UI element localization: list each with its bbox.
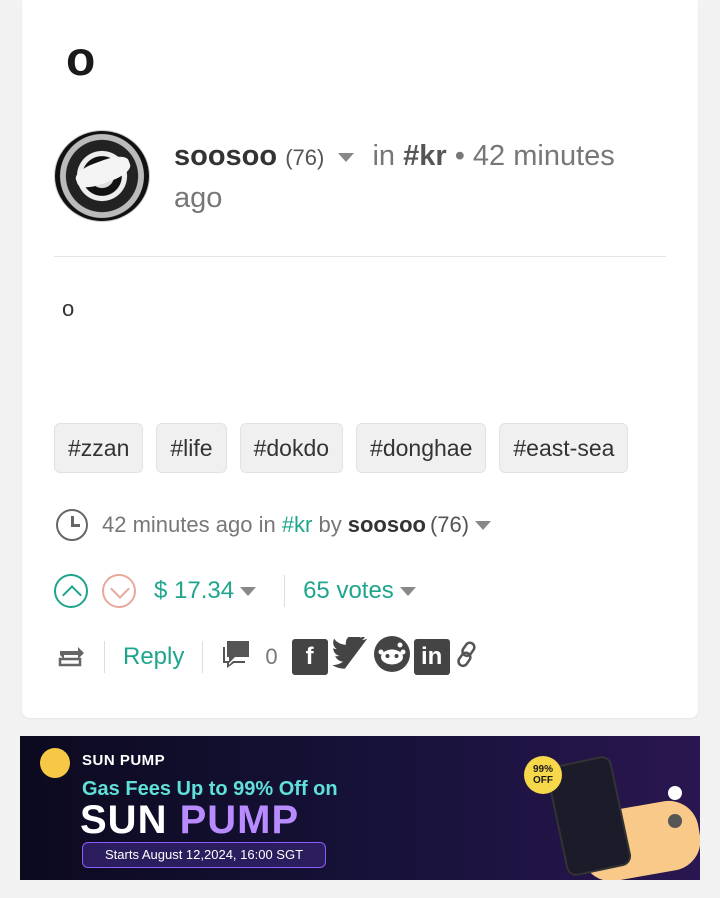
post-card: o soosoo (76) in #kr • 42 minutes ago o … [22, 0, 698, 718]
sun-logo-icon [40, 748, 70, 778]
voting-bar: $ 17.34 65 votes [54, 574, 426, 608]
chevron-down-icon[interactable] [475, 520, 492, 530]
reply-link[interactable]: Reply [123, 643, 184, 671]
comment-count: 0 [265, 643, 278, 669]
ad-discount-badge: 99% OFF [524, 756, 562, 794]
divider [284, 575, 286, 607]
ad-big-title: SUN PUMP [80, 798, 299, 843]
clock-icon [56, 509, 88, 541]
author-link[interactable]: soosoo [174, 140, 277, 172]
reddit-icon[interactable] [373, 636, 410, 677]
post-meta: 42 minutes ago in #kr by soosoo (76) [56, 509, 501, 541]
meta-author-reputation: (76) [429, 512, 470, 537]
avatar[interactable] [54, 130, 150, 222]
tag-east-sea[interactable]: #east-sea [499, 423, 629, 473]
chevron-down-icon[interactable] [399, 586, 416, 596]
ad-big-word-2: PUMP [179, 798, 300, 842]
tag-life[interactable]: #life [156, 423, 227, 473]
link-icon[interactable] [454, 639, 480, 674]
meta-in-label: in [258, 512, 276, 537]
post-title: o [66, 33, 96, 86]
upvote-button[interactable] [54, 574, 88, 608]
twitter-icon[interactable] [331, 634, 370, 676]
sunpump-ad-banner[interactable]: SUN PUMP Gas Fees Up to 99% Off on SUN P… [20, 736, 700, 880]
meta-author-link[interactable]: soosoo [348, 512, 426, 538]
downvote-button[interactable] [102, 574, 136, 608]
meta-by-label: by [318, 512, 342, 537]
divider [104, 640, 105, 673]
meta-time: 42 minutes ago [102, 512, 253, 537]
chevron-down-icon[interactable] [338, 152, 355, 162]
tag-list: #zzan #life #dokdo #donghae #east-sea [54, 423, 629, 473]
meta-community-link[interactable]: #kr [282, 512, 313, 538]
divider [54, 256, 666, 257]
facebook-icon[interactable]: f [291, 638, 328, 675]
votes-count[interactable]: 65 votes [303, 577, 394, 605]
post-actions: Reply 0 f in [58, 634, 480, 677]
carousel-dot-active[interactable] [668, 786, 682, 800]
in-label: in [372, 140, 396, 172]
carousel-dot[interactable] [668, 814, 682, 828]
community-link[interactable]: #kr [403, 140, 447, 172]
bullet-separator: • [454, 140, 465, 172]
payout-value[interactable]: $ 17.34 [154, 577, 234, 605]
post-body: o [62, 296, 75, 321]
tag-donghae[interactable]: #donghae [356, 423, 487, 473]
ad-date: Starts August 12,2024, 16:00 SGT [82, 842, 327, 868]
linkedin-icon[interactable]: in [413, 638, 450, 675]
chevron-down-icon[interactable] [240, 586, 257, 596]
tag-zzan[interactable]: #zzan [54, 423, 144, 473]
ad-brand: SUN PUMP [82, 752, 166, 769]
comments-icon[interactable] [221, 639, 253, 674]
share-links: f in [291, 634, 480, 677]
author-reputation: (76) [285, 145, 325, 170]
reblog-icon[interactable] [58, 645, 86, 669]
ad-big-word-1: SUN [80, 798, 168, 842]
divider [202, 640, 204, 673]
tag-dokdo[interactable]: #dokdo [239, 423, 344, 473]
post-byline: soosoo (76) in #kr • 42 minutes ago [174, 136, 644, 218]
